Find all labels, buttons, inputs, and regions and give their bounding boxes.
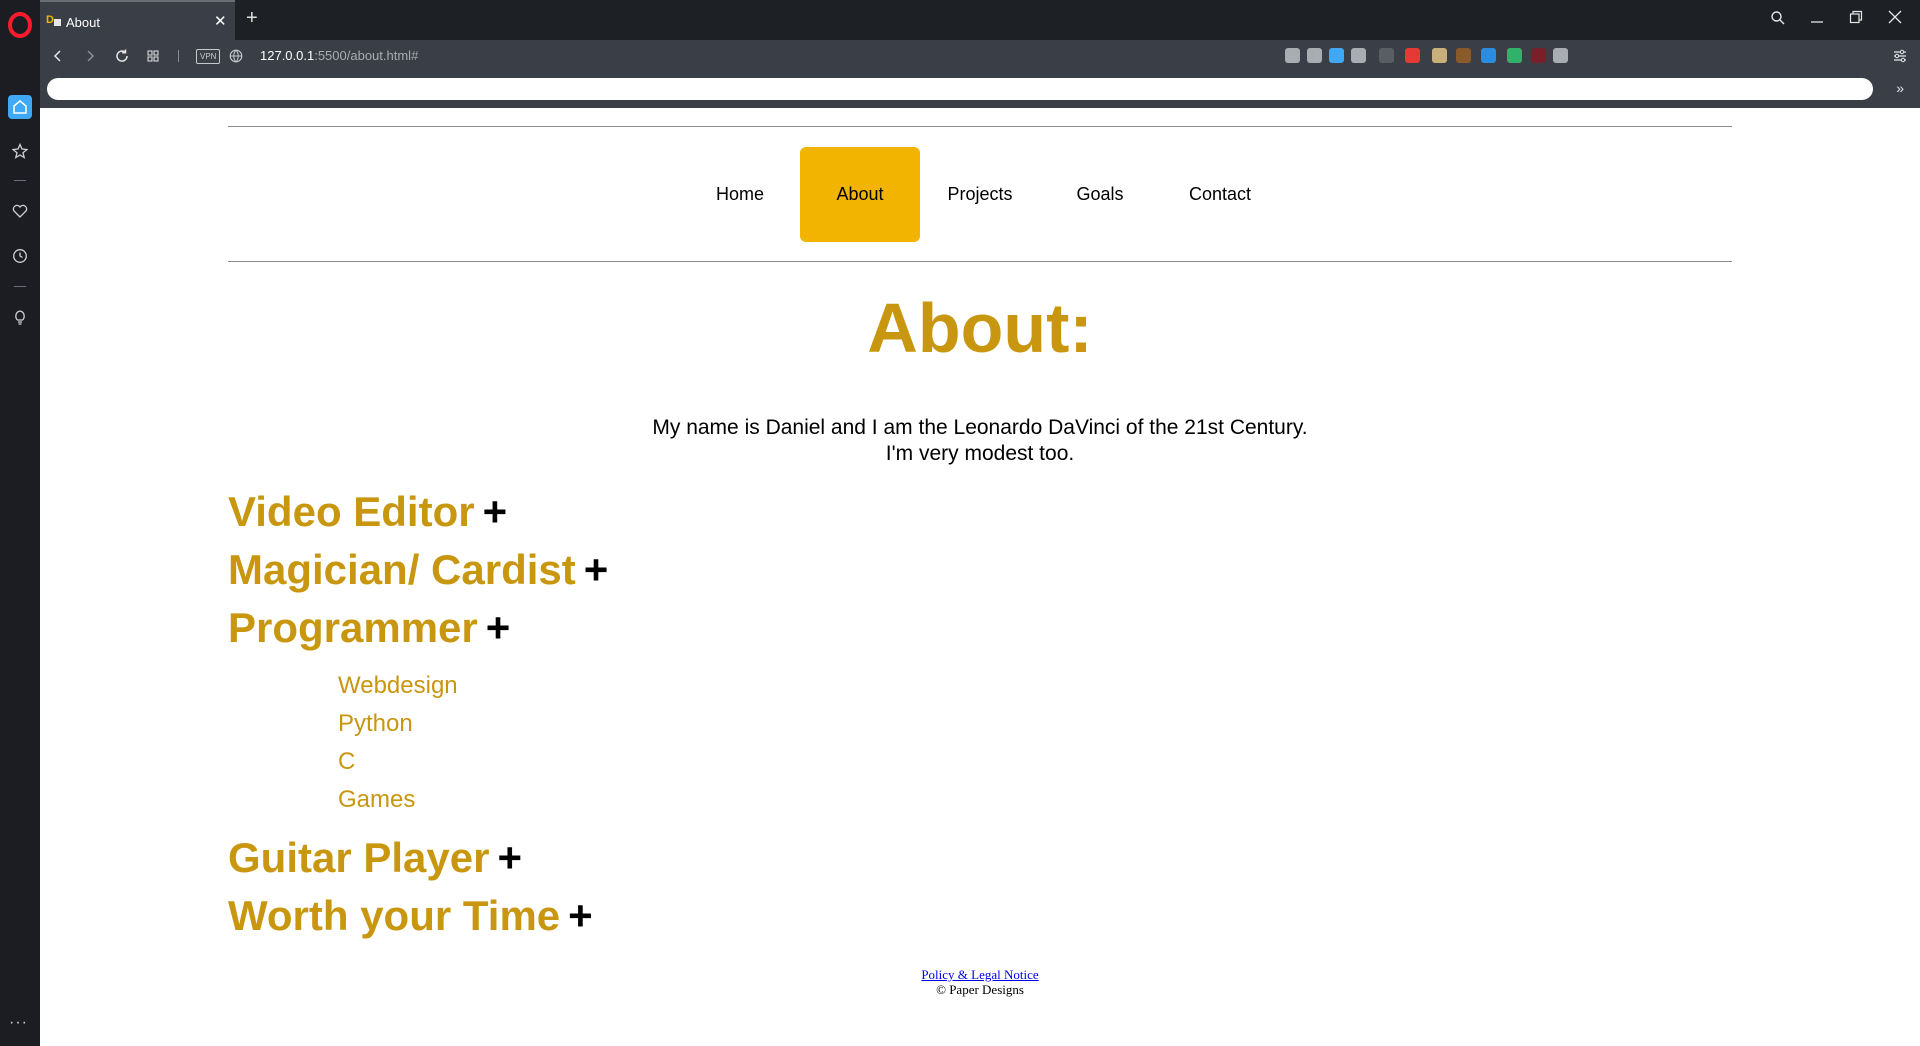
section-heading-worth-your-time[interactable]: Worth your Time + (228, 887, 1732, 945)
skill-item: C (338, 747, 356, 775)
section-heading-programmer[interactable]: Programmer + (228, 599, 1732, 657)
nav-item-home[interactable]: Home (680, 147, 800, 242)
minimize-icon[interactable] (1810, 10, 1824, 31)
red-extension-icon[interactable] (1531, 48, 1546, 63)
bookmarks-bar: » (40, 72, 1920, 108)
expand-plus-icon[interactable]: + (483, 488, 508, 535)
nav-item-contact[interactable]: Contact (1160, 147, 1280, 242)
tab-about[interactable]: D About ✕ (40, 0, 235, 40)
globe-icon (226, 46, 246, 66)
nav-bottom-divider (228, 261, 1732, 262)
tab-strip: D About ✕ + (40, 0, 1920, 40)
reload-icon[interactable] (112, 46, 132, 66)
section-title: Video Editor (228, 487, 475, 535)
nav-item-projects[interactable]: Projects (920, 147, 1040, 242)
s-extension-icon[interactable] (1405, 48, 1420, 63)
opera-logo-icon[interactable] (8, 12, 32, 38)
expand-plus-icon[interactable]: + (584, 546, 609, 593)
restore-icon[interactable] (1849, 10, 1863, 29)
nav-item-about[interactable]: About (800, 146, 920, 242)
url-host: 127.0.0.1 (260, 48, 315, 63)
off-extension-icon[interactable] (1379, 48, 1394, 63)
address-toolbar: VPN 127.0.0.1:5500/about.html# (40, 40, 1920, 72)
share-icon[interactable] (1285, 48, 1300, 63)
section-heading-video-editor[interactable]: Video Editor + (228, 483, 1732, 541)
skill-item: Games (338, 785, 416, 813)
sidebar-divider (14, 286, 26, 287)
section-heading-magician-cardist[interactable]: Magician/ Cardist + (228, 541, 1732, 599)
programmer-skills-list: Webdesign Python C Games (338, 667, 1732, 819)
section-title: Guitar Player (228, 833, 490, 881)
about-sections: Video Editor + Magician/ Cardist + Programme… (228, 483, 1732, 945)
back-icon[interactable] (48, 46, 68, 66)
forward-icon[interactable] (80, 46, 100, 66)
intro-line-2: I'm very modest too. (885, 441, 1075, 465)
policy-link[interactable]: Policy & Legal Notice (921, 967, 1038, 982)
cube-icon[interactable] (1553, 48, 1568, 63)
skill-item: Python (338, 709, 413, 737)
camera-icon[interactable] (1307, 48, 1322, 63)
url-path: :5500/about.html# (314, 48, 419, 63)
page-container: Home About Projects Goals Contact About: My … (228, 126, 1732, 997)
shield-icon[interactable] (1329, 48, 1344, 63)
heart-icon[interactable] (1351, 48, 1366, 63)
sidebar-divider (14, 180, 26, 181)
window-close-icon[interactable] (1888, 10, 1902, 29)
lightbulb-icon[interactable] (8, 305, 32, 329)
easy-setup-icon[interactable] (1890, 46, 1910, 66)
page-title: About: (867, 289, 1093, 367)
bookmarks-more-icon[interactable]: » (1896, 80, 1904, 96)
nav-item-goals[interactable]: Goals (1040, 147, 1160, 242)
favicon-icon: D (46, 14, 61, 26)
tab-title: About (66, 15, 100, 30)
search-icon[interactable] (1770, 10, 1786, 31)
expand-plus-icon[interactable]: + (486, 604, 511, 651)
expand-plus-icon[interactable]: + (568, 892, 593, 939)
image-extension-icon[interactable] (1432, 48, 1447, 63)
vpn-badge[interactable]: VPN (196, 49, 221, 64)
section-title: Worth your Time (228, 891, 561, 939)
history-icon[interactable] (8, 244, 32, 268)
new-tab-icon[interactable]: + (246, 7, 258, 30)
close-icon[interactable]: ✕ (214, 12, 227, 30)
refresh-extension-icon[interactable] (1507, 48, 1522, 63)
star-icon[interactable] (8, 139, 32, 163)
more-icon[interactable]: ··· (9, 1014, 28, 1032)
intro-line-1: My name is Daniel and I am the Leonardo … (652, 415, 1308, 439)
page-viewport: Home About Projects Goals Contact About: My … (40, 108, 1920, 1046)
intro-text: My name is Daniel and I am the Leonardo … (228, 415, 1732, 467)
heart-icon[interactable] (8, 199, 32, 223)
section-title: Magician/ Cardist (228, 545, 576, 593)
bookmarks-area (47, 78, 1873, 100)
tabs-grid-icon[interactable] (143, 46, 163, 66)
svg-text:D: D (46, 14, 54, 26)
url-field[interactable]: 127.0.0.1:5500/about.html# (260, 48, 418, 63)
opera-sidebar: ··· (0, 0, 40, 1046)
footer: Policy & Legal Notice © Paper Designs (228, 967, 1732, 997)
expand-plus-icon[interactable]: + (497, 834, 522, 881)
main-nav: Home About Projects Goals Contact (228, 127, 1732, 261)
section-title: Programmer (228, 603, 478, 651)
globe-extension-icon[interactable] (1481, 48, 1496, 63)
skill-item: Webdesign (338, 671, 458, 699)
toolbar-divider (178, 50, 179, 62)
bird-extension-icon[interactable] (1456, 48, 1471, 63)
copyright-text: © Paper Designs (936, 981, 1024, 997)
home-icon[interactable] (8, 95, 32, 119)
section-heading-guitar-player[interactable]: Guitar Player + (228, 829, 1732, 887)
